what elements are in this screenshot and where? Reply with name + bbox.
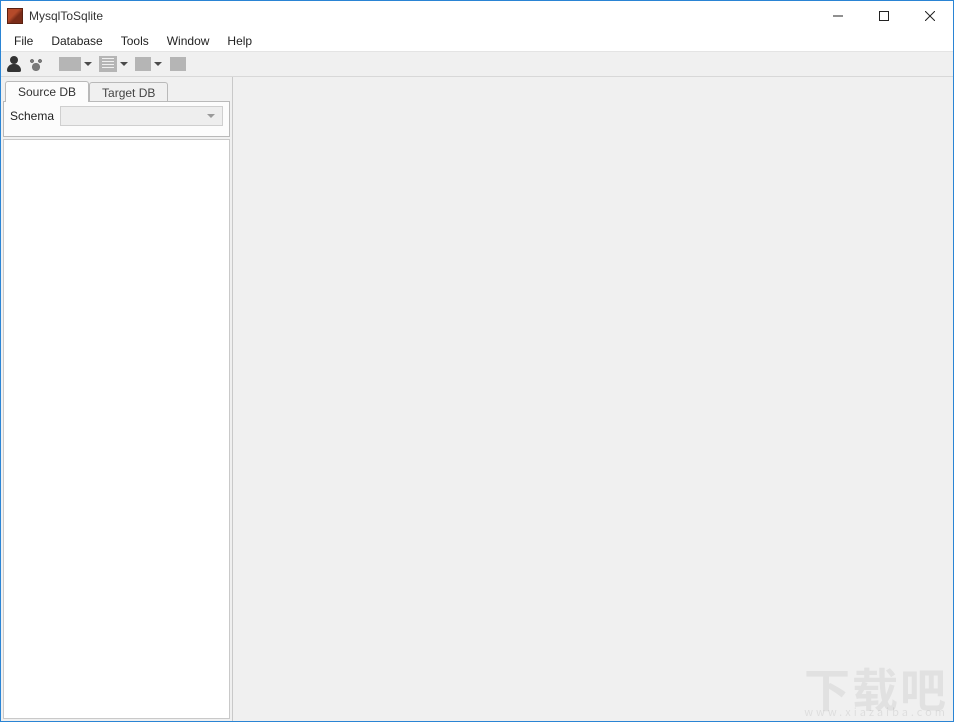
maximize-icon (879, 11, 889, 21)
toolbar-btn-6[interactable] (169, 55, 187, 73)
toolbar-dd-2[interactable] (99, 56, 131, 72)
titlebar: MysqlToSqlite (1, 1, 953, 31)
menu-window[interactable]: Window (158, 32, 219, 50)
page-icon (135, 57, 151, 71)
user-icon (7, 56, 21, 72)
tab-source-db[interactable]: Source DB (5, 81, 89, 102)
object-list[interactable] (3, 139, 230, 719)
window-title: MysqlToSqlite (29, 9, 815, 23)
chevron-down-icon (120, 62, 128, 66)
chevron-down-icon (84, 62, 92, 66)
menu-file[interactable]: File (5, 32, 42, 50)
menu-help[interactable]: Help (218, 32, 261, 50)
app-icon (7, 8, 23, 24)
minimize-icon (833, 11, 843, 21)
menubar: File Database Tools Window Help (1, 31, 953, 51)
schema-label: Schema (10, 109, 54, 123)
body: Source DB Target DB Schema (1, 77, 953, 721)
main-area (233, 77, 953, 721)
tab-target-db[interactable]: Target DB (89, 82, 168, 103)
window-controls (815, 1, 953, 31)
page-icon (170, 57, 186, 71)
side-panel: Source DB Target DB Schema (1, 77, 233, 721)
paw-icon (28, 57, 44, 71)
menu-database[interactable]: Database (42, 32, 111, 50)
chevron-down-icon (154, 62, 162, 66)
close-button[interactable] (907, 1, 953, 31)
sql-icon (99, 56, 117, 72)
close-icon (925, 11, 935, 21)
tab-panel-source: Schema (3, 101, 230, 137)
minimize-button[interactable] (815, 1, 861, 31)
side-tabs: Source DB Target DB (3, 79, 230, 101)
toolbar-btn-2[interactable] (27, 55, 45, 73)
chevron-down-icon (207, 114, 215, 118)
toolbar-dd-3[interactable] (135, 57, 165, 71)
toolbar (1, 51, 953, 77)
schema-select[interactable] (60, 106, 223, 126)
maximize-button[interactable] (861, 1, 907, 31)
toolbar-btn-1[interactable] (5, 55, 23, 73)
page-icon (59, 57, 81, 71)
menu-tools[interactable]: Tools (112, 32, 158, 50)
toolbar-dd-1[interactable] (59, 57, 95, 71)
